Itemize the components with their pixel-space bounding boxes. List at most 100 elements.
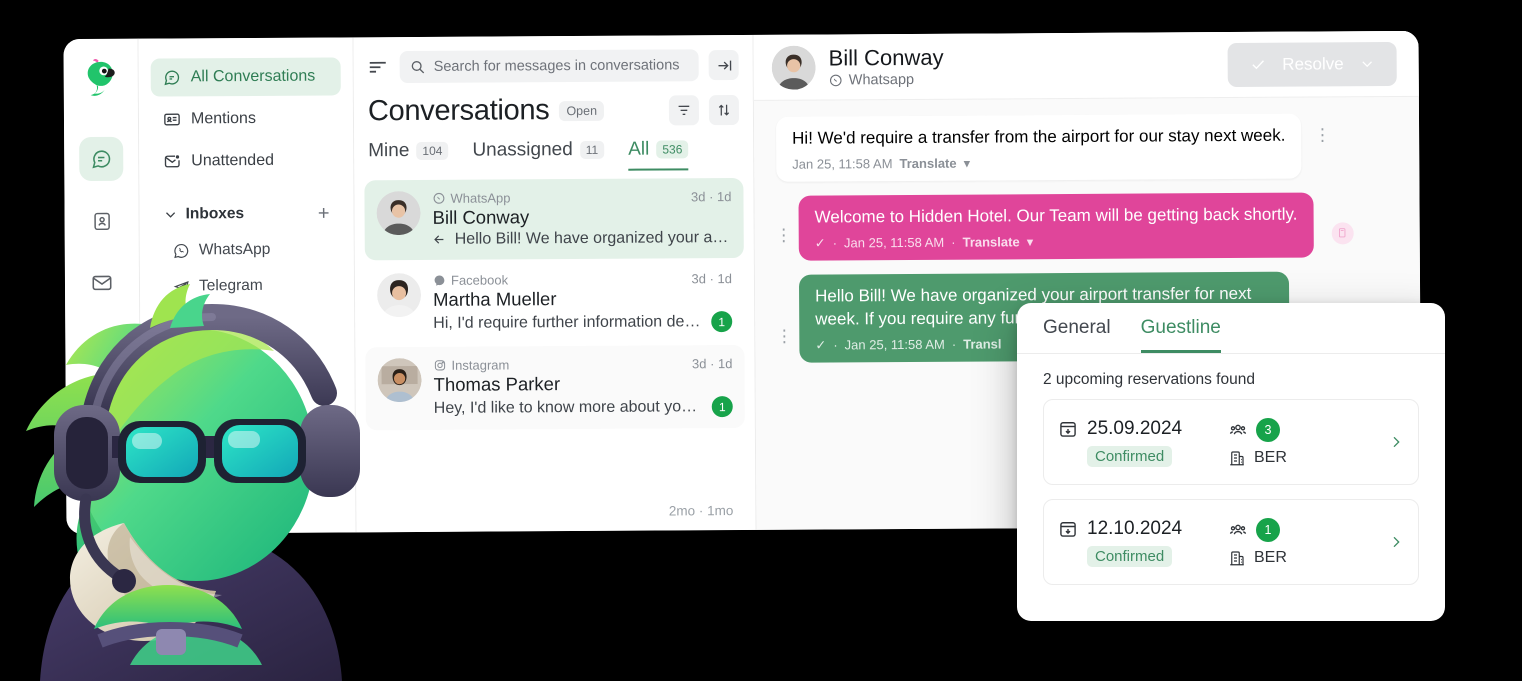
message-menu-button[interactable]: ⋮ xyxy=(775,226,792,246)
reservations-summary: 2 upcoming reservations found xyxy=(1043,371,1255,388)
status-badge: Open xyxy=(559,100,605,121)
timestamp: 3d · 1d xyxy=(690,189,732,205)
message-bubble-outgoing-pink[interactable]: Welcome to Hidden Hotel. Our Team will b… xyxy=(798,192,1314,261)
tab-label: All xyxy=(628,138,650,160)
translate-button[interactable]: Translate xyxy=(899,156,956,171)
chat-bubble-icon xyxy=(163,68,181,86)
parrot-logo xyxy=(79,55,123,99)
sidebar-item-label: Mentions xyxy=(190,109,256,128)
message-bubble-incoming[interactable]: Hi! We'd require a transfer from the air… xyxy=(775,113,1302,182)
conversation-body: Instagram 3d · 1d Thomas Parker Hey, I'd… xyxy=(433,356,733,419)
message-text: Welcome to Hidden Hotel. Our Team will b… xyxy=(814,204,1298,227)
message-preview: Hello Bill! We have organized your airpo… xyxy=(454,229,732,248)
message-preview: Hi, I'd require further information depe… xyxy=(433,312,706,332)
sidebar-item-all-conversations[interactable]: All Conversations xyxy=(150,57,341,97)
list-title-row: Conversations Open xyxy=(354,93,753,128)
channel-label-row: Instagram xyxy=(433,357,510,373)
message-preview: Hey, I'd like to know more about your of… xyxy=(433,397,706,417)
message-menu-button[interactable]: ⋮ xyxy=(776,327,793,347)
guests-icon xyxy=(1228,420,1248,440)
sidebar-item-label: Unattended xyxy=(191,151,275,170)
delivered-check-icon: ✓ xyxy=(814,235,826,251)
message-menu-button[interactable]: ⋮ xyxy=(1314,125,1331,145)
filter-button[interactable] xyxy=(668,94,700,125)
reservation-card[interactable]: 25.09.2024 Confirmed 3 BER xyxy=(1043,399,1419,485)
chevron-down-icon xyxy=(164,207,178,221)
sidebar-item-unattended[interactable]: Unattended xyxy=(151,141,341,180)
chat-bubble-icon xyxy=(92,150,111,169)
collapse-pane-button[interactable] xyxy=(708,50,739,81)
sidebar-item-label: All Conversations xyxy=(190,67,316,86)
reservation-card[interactable]: 12.10.2024 Confirmed 1 BER xyxy=(1043,499,1419,585)
tab-guestline[interactable]: Guestline xyxy=(1140,317,1221,353)
conversation-row-bill-conway[interactable]: WhatsApp 3d · 1d Bill Conway Hello Bill!… xyxy=(364,177,744,261)
building-icon xyxy=(1228,549,1246,567)
channel-label-row: WhatsApp xyxy=(432,190,511,206)
conversation-row-thomas-parker[interactable]: Instagram 3d · 1d Thomas Parker Hey, I'd… xyxy=(365,344,745,431)
message-text: Hi! We'd require a transfer from the air… xyxy=(792,125,1286,148)
messenger-icon xyxy=(433,274,446,287)
tab-count: 104 xyxy=(416,141,449,160)
conversation-row-martha-mueller[interactable]: Facebook 3d · 1d Martha Mueller Hi, I'd … xyxy=(365,260,744,345)
search-icon xyxy=(410,59,426,75)
envelope-dot-icon xyxy=(163,152,181,170)
parrot-mascot xyxy=(0,255,420,681)
translate-button[interactable]: Translate xyxy=(963,235,1020,250)
contact-name: Thomas Parker xyxy=(433,373,561,395)
chevron-right-icon[interactable] xyxy=(1388,432,1404,452)
timestamp: 3d · 1d xyxy=(691,271,733,287)
tab-count: 536 xyxy=(656,140,689,159)
channel-name: Instagram xyxy=(451,357,510,373)
page-title: Conversations xyxy=(367,94,550,128)
contact-name: Martha Mueller xyxy=(433,288,557,310)
guests-icon xyxy=(1228,520,1248,540)
calendar-check-icon xyxy=(1058,519,1078,539)
message-row-incoming: Hi! We'd require a transfer from the air… xyxy=(772,113,1359,182)
delivered-check-icon: ✓ xyxy=(815,337,827,353)
whatsapp-icon xyxy=(829,73,843,87)
channel-name: WhatsApp xyxy=(450,190,511,206)
tab-unassigned[interactable]: Unassigned 11 xyxy=(472,139,605,172)
message-row-outgoing-pink: ⋮ Welcome to Hidden Hotel. Our Team will… xyxy=(772,192,1359,261)
tab-all[interactable]: All 536 xyxy=(628,138,689,171)
tab-general[interactable]: General xyxy=(1043,317,1111,353)
mention-card-icon xyxy=(163,110,181,128)
reservation-date: 12.10.2024 xyxy=(1087,517,1183,539)
reservation-status: Confirmed xyxy=(1087,445,1173,467)
timestamp: 3d · 1d xyxy=(691,356,733,372)
rail-item-conversations[interactable] xyxy=(79,136,124,182)
filter-lines-icon[interactable] xyxy=(368,59,390,75)
chevron-down-icon[interactable] xyxy=(1360,56,1375,71)
avatar xyxy=(376,191,421,236)
chevron-down-icon: ▾ xyxy=(963,155,971,171)
add-inbox-button[interactable]: + xyxy=(318,202,330,225)
contact-card-icon xyxy=(93,212,110,230)
panel-tab-label: General xyxy=(1043,317,1111,338)
translate-button[interactable]: Transl xyxy=(963,337,1001,352)
chevron-down-icon: ▾ xyxy=(1026,234,1034,250)
check-icon xyxy=(1249,56,1266,73)
search-input[interactable]: Search for messages in conversations xyxy=(399,49,699,84)
unread-badge: 1 xyxy=(711,311,733,333)
panel-tab-label: Guestline xyxy=(1140,317,1221,338)
resolve-button[interactable]: Resolve xyxy=(1227,41,1397,87)
inboxes-group-header[interactable]: Inboxes + xyxy=(151,195,341,232)
conversation-body: Facebook 3d · 1d Martha Mueller Hi, I'd … xyxy=(433,271,733,334)
reply-arrow-icon xyxy=(433,233,449,247)
instagram-icon xyxy=(433,359,446,372)
sort-button[interactable] xyxy=(708,94,740,125)
guestline-panel: General Guestline 2 upcoming reservation… xyxy=(1017,303,1445,621)
message-time: Jan 25, 11:58 AM xyxy=(792,156,893,173)
contact-name: Bill Conway xyxy=(432,206,530,228)
sender-avatar-badge xyxy=(1331,222,1354,245)
channel-name: Facebook xyxy=(450,272,509,288)
sidebar-item-mentions[interactable]: Mentions xyxy=(151,99,341,138)
chevron-right-icon[interactable] xyxy=(1388,532,1404,552)
screenshot-stage: All Conversations Mentions Unattended In… xyxy=(0,0,1522,681)
calendar-check-icon xyxy=(1058,419,1078,439)
tab-mine[interactable]: Mine 104 xyxy=(368,140,449,172)
reservation-status: Confirmed xyxy=(1087,545,1173,567)
whatsapp-icon xyxy=(432,192,445,205)
rail-item-contacts[interactable] xyxy=(79,199,123,243)
search-row: Search for messages in conversations xyxy=(354,49,753,95)
